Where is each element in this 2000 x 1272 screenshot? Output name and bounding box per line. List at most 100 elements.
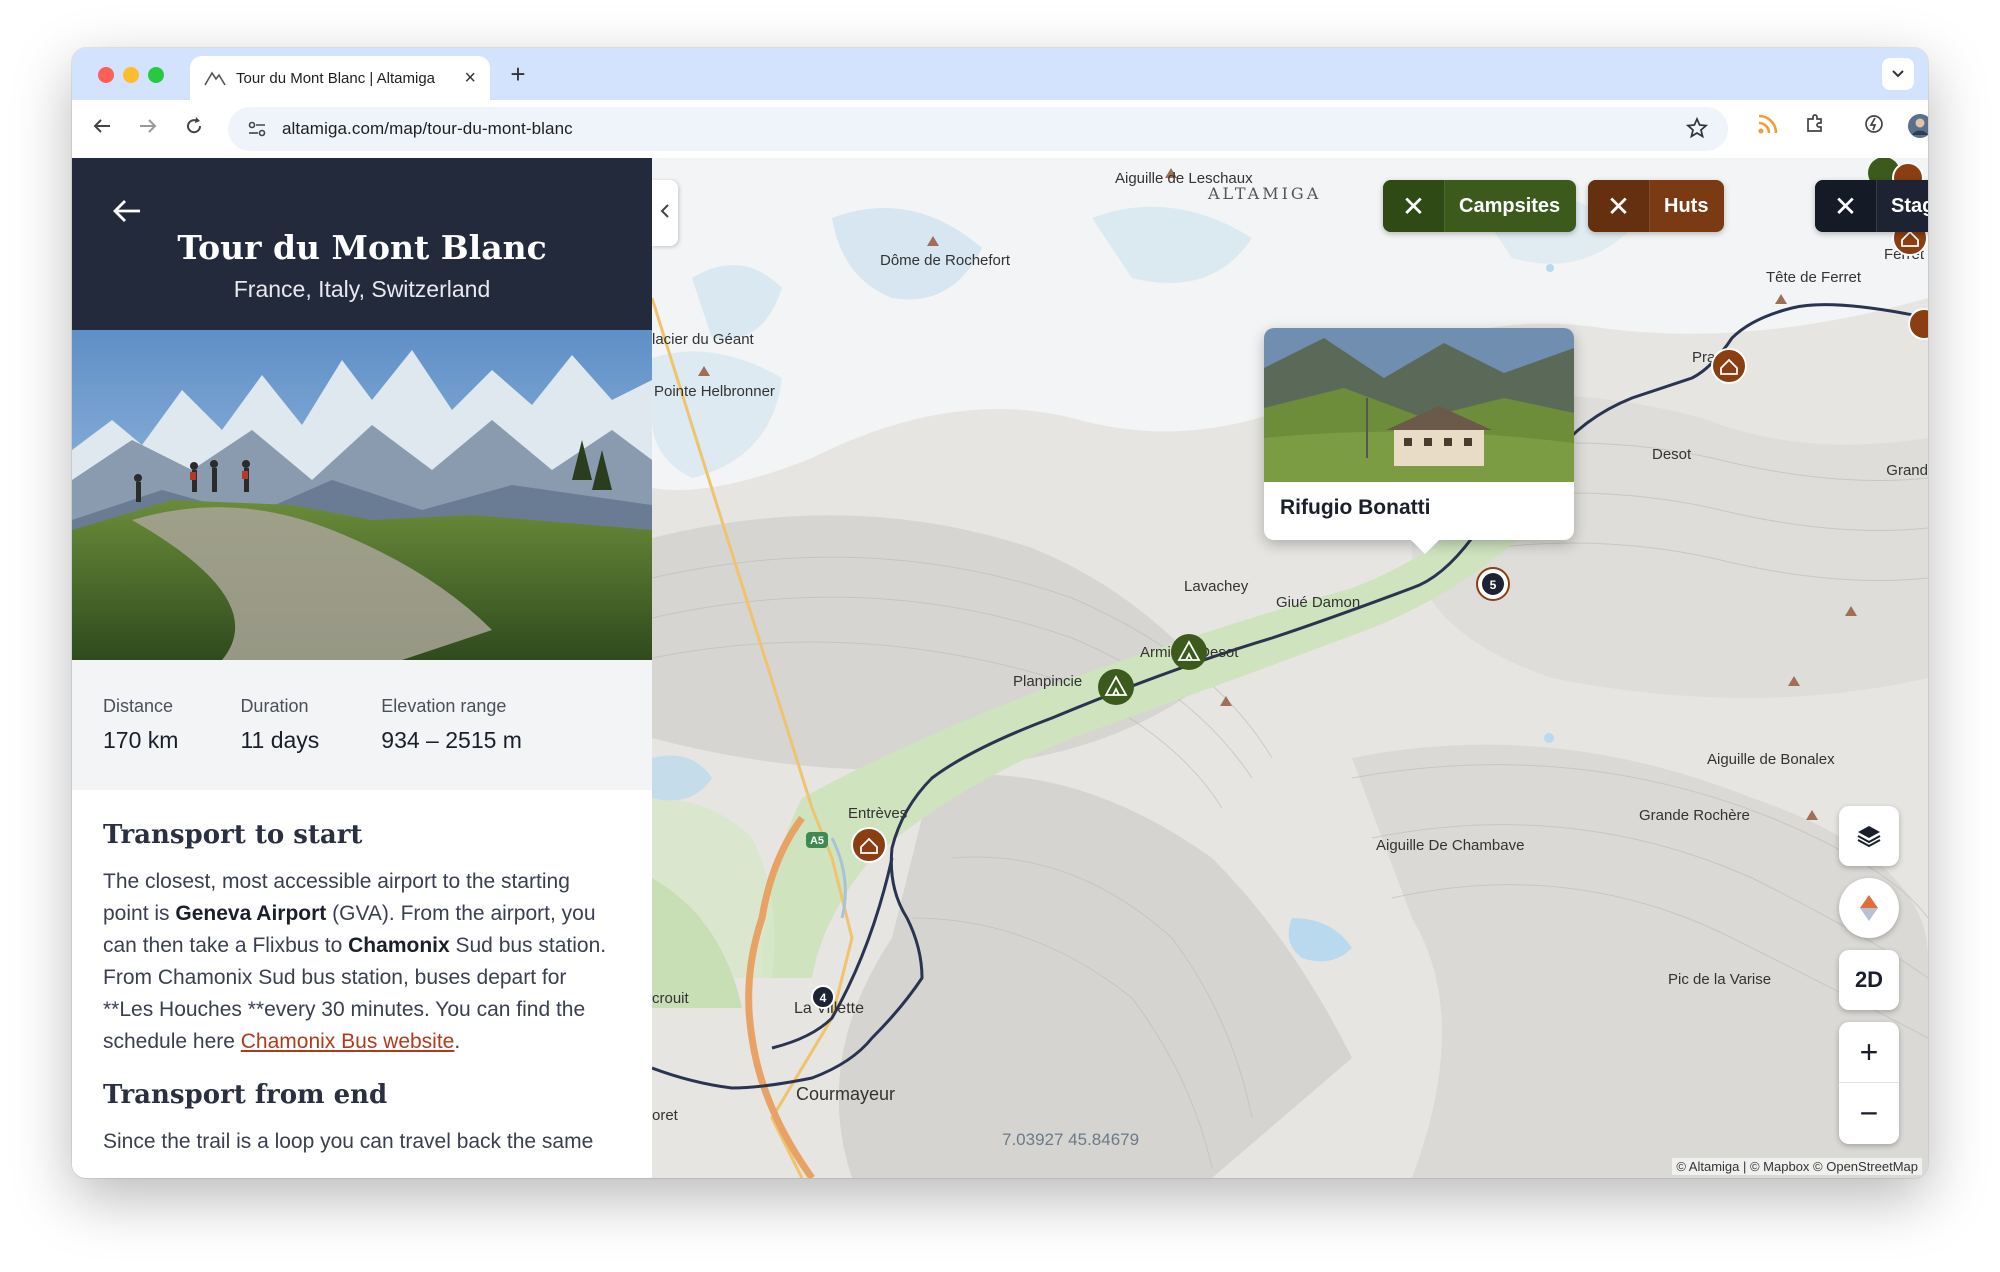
stage-marker-5[interactable]: 5 <box>1476 567 1510 601</box>
hut-marker[interactable] <box>1711 348 1747 384</box>
stage-marker-4[interactable]: 4 <box>811 985 835 1009</box>
transport-end-text: Since the trail is a loop you can travel… <box>103 1130 594 1153</box>
url-text: altamiga.com/map/tour-du-mont-blanc <box>282 119 573 138</box>
performance-icon[interactable] <box>1858 113 1890 145</box>
stat-label: Elevation range <box>381 696 507 716</box>
stat-duration: Duration 11 days <box>240 696 319 790</box>
back-button[interactable] <box>86 113 118 145</box>
chevron-down-icon <box>1892 70 1904 78</box>
a5-road-shield: A5 <box>806 832 828 848</box>
view-mode-button[interactable]: 2D <box>1839 950 1899 1010</box>
close-icon[interactable]: ✕ <box>1815 180 1877 232</box>
map-label: Lavachey <box>1184 578 1249 595</box>
map-label: Desot <box>1652 446 1692 463</box>
campsite-marker[interactable] <box>1098 669 1134 705</box>
close-icon[interactable]: ✕ <box>1588 180 1650 232</box>
chip-label: Stages <box>1891 194 1928 217</box>
map-label: Planpincie <box>1013 673 1082 690</box>
map-label: Entrèves <box>848 805 907 822</box>
chip-label: Campsites <box>1459 194 1561 217</box>
hut-marker[interactable] <box>851 827 887 863</box>
bookmark-star-icon[interactable] <box>1685 116 1709 145</box>
extensions-icon[interactable] <box>1799 113 1831 145</box>
chevron-left-icon <box>660 204 669 218</box>
transport-start-heading: Transport to start <box>103 820 363 850</box>
map-label: lacier du Géant <box>652 331 755 348</box>
address-bar[interactable]: altamiga.com/map/tour-du-mont-blanc <box>228 107 1728 151</box>
forward-button[interactable] <box>132 113 164 145</box>
map-label: crouit <box>652 990 690 1007</box>
zoom-in-button[interactable]: + <box>1839 1022 1899 1083</box>
stat-elevation: Elevation range 934 – 2515 m <box>381 696 522 790</box>
trail-header: Tour du Mont Blanc France, Italy, Switze… <box>72 158 652 330</box>
map-attribution[interactable]: © Altamiga | © Mapbox © OpenStreetMap <box>1672 1158 1922 1175</box>
map-label: oret <box>652 1107 679 1124</box>
trail-description: Transport to start The closest, most acc… <box>72 790 652 1158</box>
trail-hero-photo <box>72 330 652 660</box>
rss-icon[interactable] <box>1752 113 1784 145</box>
transport-end-heading: Transport from end <box>103 1080 388 1110</box>
filter-chip-campsites[interactable]: ✕ Campsites <box>1383 180 1577 232</box>
map-label: Grand <box>1886 462 1928 479</box>
map-label: Giué Damon <box>1276 594 1360 611</box>
stat-label: Duration <box>240 696 309 716</box>
filter-chip-stages[interactable]: ✕ Stages <box>1815 180 1928 232</box>
stat-value: 11 days <box>240 727 320 753</box>
map-label: Aiguille de Bonalex <box>1707 751 1835 768</box>
back-arrow-icon[interactable] <box>110 194 144 228</box>
chamonix-bus-link[interactable]: Chamonix Bus website <box>241 1030 455 1053</box>
maximize-window-button[interactable] <box>148 67 164 83</box>
new-tab-button[interactable]: + <box>502 58 534 90</box>
tab-title: Tour du Mont Blanc | Altamiga <box>236 69 435 87</box>
zoom-out-button[interactable]: − <box>1839 1083 1899 1144</box>
mountain-icon <box>204 71 226 86</box>
close-window-button[interactable] <box>98 67 114 83</box>
filter-chip-huts[interactable]: ✕ Huts <box>1588 180 1725 232</box>
layers-icon <box>1857 826 1881 848</box>
map-label: Aiguille De Chambave <box>1376 837 1524 854</box>
browser-window: Tour du Mont Blanc | Altamiga × + altami… <box>72 48 1928 1178</box>
arrow-left-icon <box>93 119 110 133</box>
map-label: Tête de Ferret <box>1766 269 1862 286</box>
transport-start-text: The closest, most accessible airport to … <box>103 870 607 1053</box>
compass-button[interactable] <box>1839 878 1899 938</box>
tab-bar: Tour du Mont Blanc | Altamiga × + <box>72 48 1928 100</box>
minimize-window-button[interactable] <box>123 67 139 83</box>
reload-icon <box>187 117 202 134</box>
map-label: Courmayeur <box>796 1084 895 1104</box>
site-settings-icon[interactable] <box>246 118 268 140</box>
hut-popup-photo <box>1264 328 1574 482</box>
map-label: Pointe Helbronner <box>654 383 775 400</box>
stat-value: 934 – 2515 m <box>381 727 522 753</box>
trail-title: Tour du Mont Blanc <box>177 228 547 267</box>
stat-distance: Distance 170 km <box>103 696 178 790</box>
stat-label: Distance <box>103 696 174 716</box>
popup-pointer <box>1411 540 1439 554</box>
zoom-controls: + − <box>1839 1022 1899 1144</box>
layers-button[interactable] <box>1839 806 1899 866</box>
close-icon[interactable]: ✕ <box>1383 180 1445 232</box>
map-brand-label: ALTAMIGA <box>1207 184 1321 203</box>
reload-button[interactable] <box>178 113 210 145</box>
map-label: Pic de la Varise <box>1668 971 1771 988</box>
chip-label: Huts <box>1664 194 1709 217</box>
hut-popup[interactable]: Rifugio Bonatti <box>1264 328 1574 554</box>
stat-value: 170 km <box>103 727 179 753</box>
collapse-sidebar-button[interactable] <box>652 180 678 246</box>
page-content: Tour du Mont Blanc France, Italy, Switze… <box>72 158 1928 1178</box>
compass-icon <box>1860 895 1878 921</box>
view-mode-label: 2D <box>1854 967 1884 992</box>
profile-avatar[interactable] <box>1904 113 1928 145</box>
tab-search-button[interactable] <box>1882 58 1914 90</box>
trail-subtitle: France, Italy, Switzerland <box>233 276 491 302</box>
map-terrain: Aiguille de Leschaux ALTAMIGA Dôme de Ro… <box>652 158 1928 1178</box>
map-canvas[interactable]: Aiguille de Leschaux ALTAMIGA Dôme de Ro… <box>652 158 1928 1178</box>
svg-text:4: 4 <box>820 991 827 1005</box>
tab-close-icon[interactable]: × <box>464 67 476 90</box>
cursor-coordinates: 7.03927 45.84679 <box>1002 1130 1140 1149</box>
campsite-marker[interactable] <box>1171 634 1207 670</box>
trail-stats: Distance 170 km Duration 11 days Elevati… <box>72 660 652 790</box>
map-label: Dôme de Rochefort <box>880 252 1011 269</box>
map-label: Grande Rochère <box>1639 807 1750 824</box>
tab-active[interactable]: Tour du Mont Blanc | Altamiga × <box>190 56 490 100</box>
